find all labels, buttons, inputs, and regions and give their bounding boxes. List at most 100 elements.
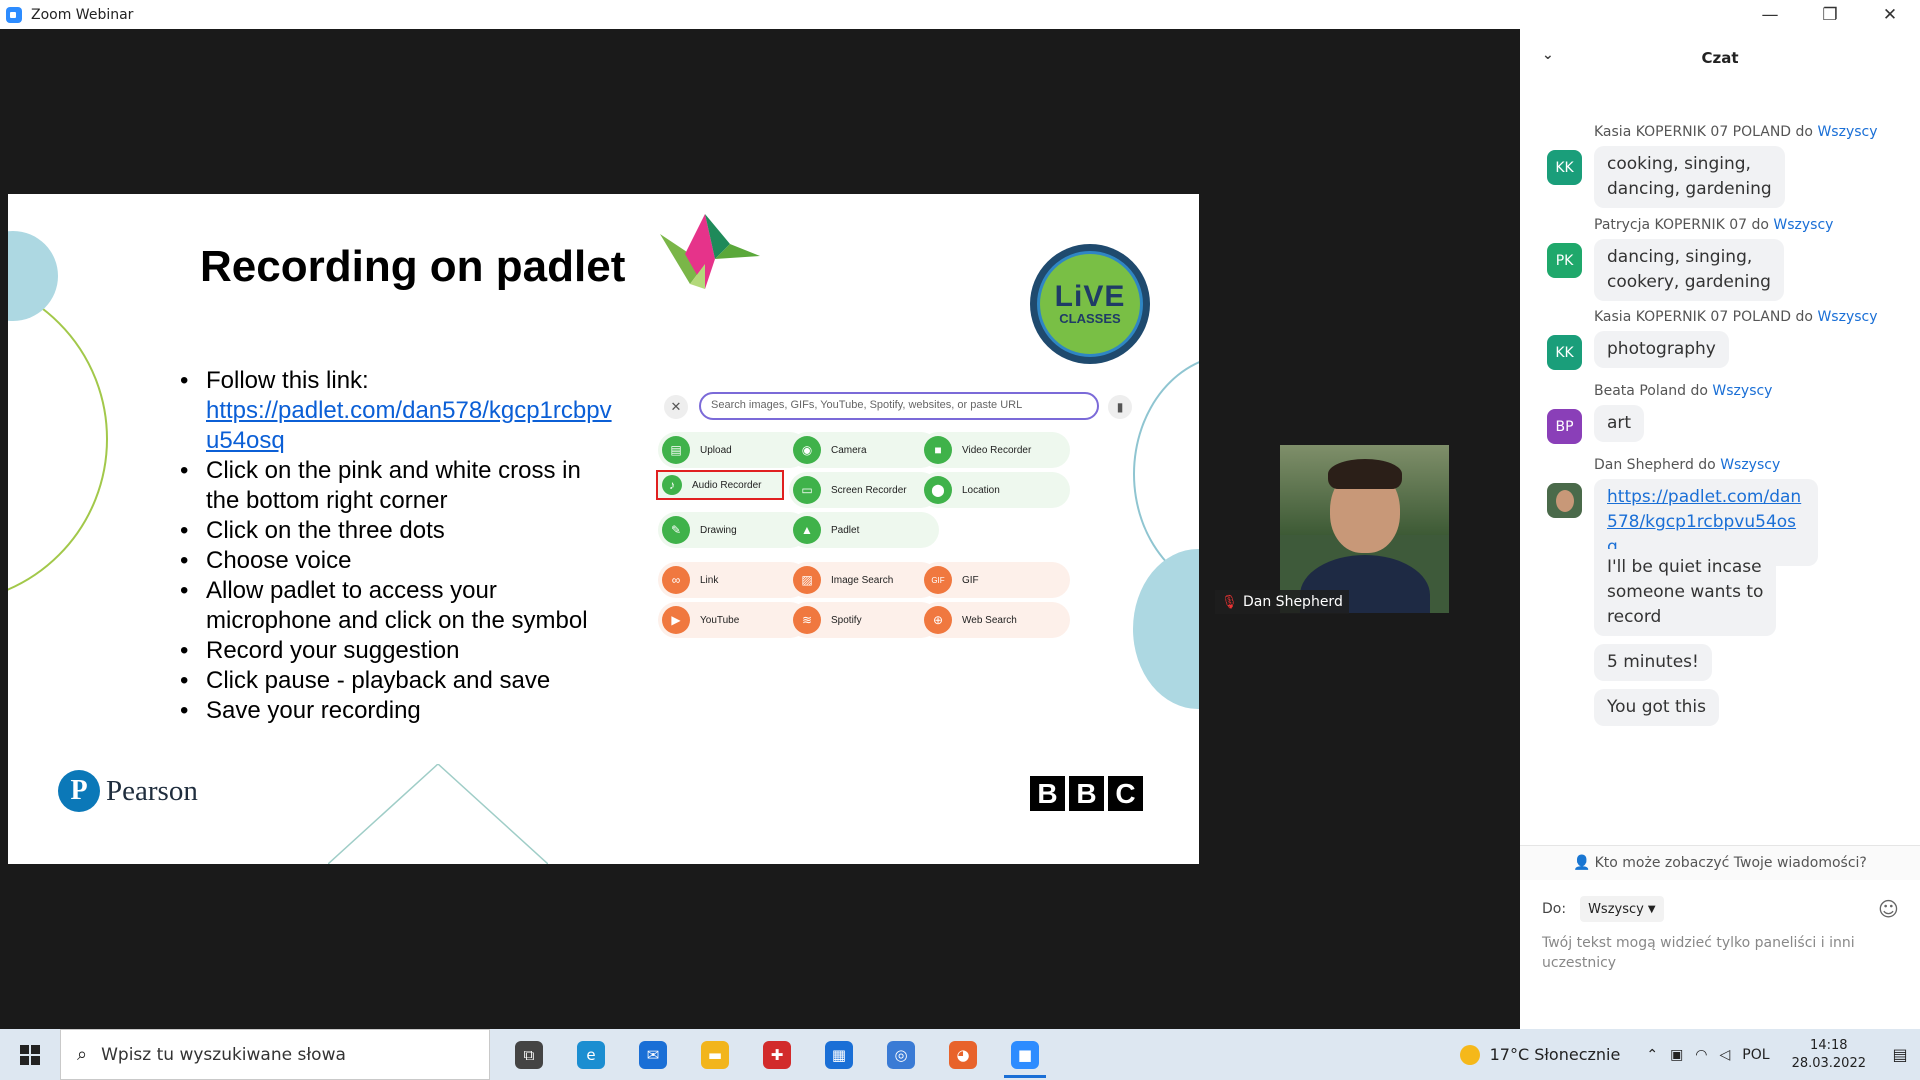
chat-message-input[interactable]: Twój tekst mogą widzieć tylko paneliści … xyxy=(1542,933,1882,973)
instruction-item: Follow this link:https://padlet.com/dan5… xyxy=(178,366,618,456)
padlet-option-image-search: ▨ Image Search xyxy=(789,562,939,598)
padlet-option-upload: ▤ Upload xyxy=(658,432,808,468)
padlet-add-content-panel: ✕ Search images, GIFs, YouTube, Spotify,… xyxy=(656,392,1136,692)
wifi-icon[interactable]: ◠ xyxy=(1695,1047,1707,1063)
padlet-option-label: Upload xyxy=(700,444,732,456)
chevron-down-icon[interactable]: ⌄ xyxy=(1542,47,1554,63)
instruction-text: Follow this link: xyxy=(206,367,369,394)
chat-message-list[interactable]: Kasia KOPERNIK 07 POLAND do Wszyscy KK coo… xyxy=(1520,86,1910,846)
recipient-preposition: do xyxy=(1751,217,1769,233)
edge-icon: e xyxy=(577,1040,605,1069)
chrome-icon: ◎ xyxy=(887,1040,915,1069)
taskbar-app-zoom[interactable]: ■ xyxy=(994,1029,1056,1080)
decorative-triangle xyxy=(328,764,548,864)
clock[interactable]: 14:18 28.03.2022 xyxy=(1792,1037,1866,1073)
person-lock-icon: 👤 xyxy=(1573,855,1591,871)
instruction-text: Save your recording xyxy=(206,697,421,724)
chat-bubble: art xyxy=(1594,405,1645,442)
padlet-link[interactable]: https://padlet.com/dan578/kgcp1rcbpvu54o… xyxy=(206,396,618,456)
padlet-option-gif: GIF GIF xyxy=(920,562,1070,598)
recipient-label: Do: xyxy=(1542,901,1567,917)
live-logo-text: LiVE xyxy=(1054,280,1126,313)
taskbar-search-input[interactable]: ⌕ Wpisz tu wyszukiwane słowa xyxy=(60,1029,490,1080)
restore-button[interactable]: ❐ xyxy=(1800,0,1860,29)
decorative-circle-right xyxy=(1133,549,1199,709)
zoom-app-icon xyxy=(6,6,22,23)
instruction-text: Click pause - playback and save xyxy=(206,667,551,694)
taskbar-app-chrome[interactable]: ◎ xyxy=(870,1029,932,1080)
presentation-slide: Recording on padlet LiVE CLASSES Follow … xyxy=(8,194,1199,864)
classes-logo-text: CLASSES xyxy=(1059,311,1121,326)
network-device-icon[interactable]: ▣ xyxy=(1670,1047,1683,1063)
recipient-preposition: do xyxy=(1795,124,1813,140)
sender-name: Patrycja KOPERNIK 07 xyxy=(1594,217,1748,233)
visibility-text: Kto może zobaczyć Twoje wiadomości? xyxy=(1594,855,1867,871)
instruction-text: Choose voice xyxy=(206,547,352,574)
message-visibility-link[interactable]: 👤 Kto może zobaczyć Twoje wiadomości? xyxy=(1520,845,1920,880)
recipient-name: Wszyscy xyxy=(1773,217,1834,233)
video-name-label: 🎙 Dan Shepherd xyxy=(1215,590,1349,614)
presenter-video[interactable] xyxy=(1280,445,1449,613)
taskbar-app-firefox[interactable]: ◕ xyxy=(932,1029,994,1080)
taskbar-app-edge[interactable]: e xyxy=(560,1029,622,1080)
firefox-icon: ◕ xyxy=(949,1040,977,1069)
instruction-item: Choose voice xyxy=(178,546,618,576)
recipient-preposition: do xyxy=(1698,457,1716,473)
search-icon: ⌕ xyxy=(77,1044,88,1065)
bbc-letter: B xyxy=(1069,776,1104,811)
bbc-logo: B B C xyxy=(1030,776,1143,811)
language-indicator[interactable]: POL xyxy=(1742,1047,1769,1063)
live-classes-logo: LiVE CLASSES xyxy=(1030,244,1150,364)
task-view-icon: ⧉ xyxy=(515,1040,543,1069)
taskbar-app-gift[interactable]: ✚ xyxy=(746,1029,808,1080)
system-tray: 17°C Słonecznie ⌃ ▣ ◠ ◁ POL 14:18 28.03.… xyxy=(1459,1029,1920,1080)
bbc-letter: B xyxy=(1030,776,1065,811)
padlet-option-label: Padlet xyxy=(831,524,860,536)
taskbar-app-mail[interactable]: ✉ xyxy=(622,1029,684,1080)
instruction-item: Record your suggestion xyxy=(178,636,618,666)
sender-name: Kasia KOPERNIK 07 POLAND xyxy=(1594,309,1792,325)
notification-icon[interactable]: ▤ xyxy=(1880,1045,1920,1064)
padlet-option-label: Web Search xyxy=(962,614,1017,626)
file-icon: ▤ xyxy=(662,436,690,464)
location-icon: ⬤ xyxy=(924,476,952,504)
recipient-dropdown[interactable]: Wszyscy ▼ xyxy=(1580,896,1664,922)
message-sender-line: Kasia KOPERNIK 07 POLAND do Wszyscy xyxy=(1594,309,1878,325)
recipient-name: Wszyscy xyxy=(1817,124,1878,140)
title-bar: Zoom Webinar — ❐ ✕ xyxy=(0,0,1920,29)
close-button[interactable]: ✕ xyxy=(1860,0,1920,29)
avatar: KK xyxy=(1547,335,1582,370)
chat-header: ⌄ Czat xyxy=(1520,29,1920,86)
minimize-button[interactable]: — xyxy=(1740,0,1800,29)
taskbar-app-store[interactable]: ▦ xyxy=(808,1029,870,1080)
recipient-name: Wszyscy xyxy=(1720,457,1781,473)
mail-icon: ✉ xyxy=(639,1040,667,1069)
padlet-option-screen-recorder: ▭ Screen Recorder xyxy=(789,472,939,508)
padlet-option-label: Screen Recorder xyxy=(831,484,907,496)
taskbar-app-task-view[interactable]: ⧉ xyxy=(498,1029,560,1080)
padlet-option-camera: ◉ Camera xyxy=(789,432,939,468)
instruction-item: Allow padlet to access your microphone a… xyxy=(178,576,618,636)
padlet-option-label: Audio Recorder xyxy=(692,479,762,491)
search-placeholder: Wpisz tu wyszukiwane słowa xyxy=(101,1044,346,1065)
chevron-down-icon: ▼ xyxy=(1647,903,1656,915)
muted-microphone-icon: 🎙 xyxy=(1221,595,1238,610)
volume-icon[interactable]: ◁ xyxy=(1720,1047,1731,1063)
padlet-search-input: Search images, GIFs, YouTube, Spotify, w… xyxy=(699,392,1099,420)
emoji-icon[interactable]: ☺ xyxy=(1878,897,1899,921)
pearson-mark-icon: P xyxy=(58,770,100,812)
message-sender-line: Dan Shepherd do Wszyscy xyxy=(1594,457,1780,473)
start-button[interactable] xyxy=(0,1029,60,1080)
camera-icon: ◉ xyxy=(793,436,821,464)
sender-name: Dan Shepherd xyxy=(1594,457,1694,473)
taskbar-app-file-explorer[interactable]: ▬ xyxy=(684,1029,746,1080)
padlet-option-label: Location xyxy=(962,484,1000,496)
weather-widget[interactable]: 17°C Słonecznie xyxy=(1459,1044,1620,1065)
padlet-option-audio-recorder: ♪ Audio Recorder xyxy=(656,470,784,500)
clipboard-icon: ▮ xyxy=(1108,395,1132,419)
chevron-up-icon[interactable]: ⌃ xyxy=(1646,1047,1658,1063)
recipient-preposition: do xyxy=(1795,309,1813,325)
gift-icon: ✚ xyxy=(763,1040,791,1069)
recipient-name: Wszyscy xyxy=(1817,309,1878,325)
sender-name: Beata Poland xyxy=(1594,383,1687,399)
